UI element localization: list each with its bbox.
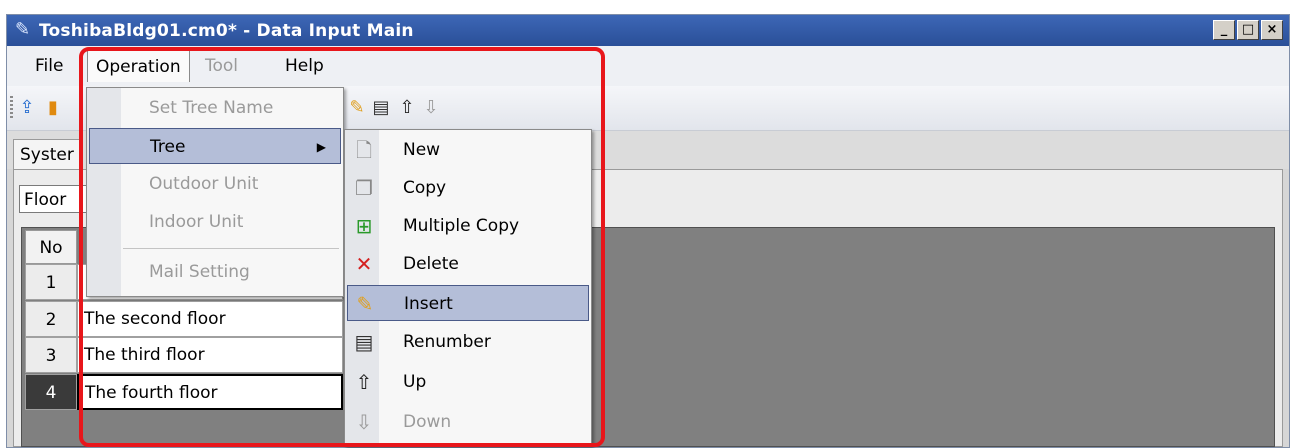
renumber-icon[interactable]: ▤	[371, 98, 391, 118]
row-number[interactable]: 1	[25, 264, 77, 300]
submenu-item-renumber[interactable]: ▤ Renumber	[347, 324, 589, 360]
menu-item-tree[interactable]: Tree ▶	[89, 128, 341, 164]
table-row-name[interactable]: The third floor	[77, 337, 343, 373]
submenu-item-insert[interactable]: ✎ Insert	[347, 285, 589, 321]
menu-operation[interactable]: Operation	[87, 50, 190, 82]
arrow-down-icon: ⇩	[355, 410, 373, 434]
multiple-copy-icon: ⊞	[355, 214, 373, 238]
delete-x-icon: ✕	[355, 252, 373, 276]
submenu-item-up[interactable]: ⇧ Up	[347, 364, 589, 400]
menu-item-outdoor-unit[interactable]: Outdoor Unit	[89, 166, 341, 202]
row-number[interactable]: 2	[25, 301, 77, 337]
menu-bar: File Operation Tool Help	[7, 46, 1289, 86]
row-number-selected[interactable]: 4	[25, 374, 77, 410]
title-bar[interactable]: ✎ ToshibaBldg01.cm0* - Data Input Main _…	[7, 15, 1289, 46]
menu-separator	[123, 248, 339, 249]
row-number[interactable]: 3	[25, 337, 77, 373]
arrow-up-icon: ⇧	[355, 370, 373, 394]
close-button[interactable]: ×	[1261, 20, 1283, 40]
operation-menu: Set Tree Name Tree ▶ Outdoor Unit Indoor…	[86, 87, 344, 297]
menu-item-set-tree-name[interactable]: Set Tree Name	[89, 90, 341, 126]
new-page-icon: 🗋	[355, 138, 373, 162]
tree-submenu: 🗋 New ❐ Copy ⊞ Multiple Copy ✕ Delete ✎ …	[344, 129, 592, 447]
up-arrow-icon[interactable]: ⇧	[397, 98, 417, 118]
folder-icon[interactable]: ▮	[43, 98, 63, 118]
submenu-item-copy[interactable]: ❐ Copy	[347, 170, 589, 206]
grid-header-no: No	[25, 230, 77, 264]
table-row-name[interactable]: The second floor	[77, 301, 343, 337]
window-title: ToshibaBldg01.cm0* - Data Input Main	[39, 21, 414, 41]
submenu-item-down[interactable]: ⇩ Down	[347, 404, 589, 440]
submenu-item-multiple-copy[interactable]: ⊞ Multiple Copy	[347, 208, 589, 244]
window-controls: _ □ ×	[1213, 20, 1283, 40]
menu-item-mail-setting[interactable]: Mail Setting	[89, 254, 341, 290]
renumber-icon: ▤	[354, 330, 374, 354]
menu-help[interactable]: Help	[285, 56, 324, 76]
down-arrow-icon[interactable]: ⇩	[421, 98, 441, 118]
export-icon[interactable]: ⇪	[17, 98, 37, 118]
table-row-name-current[interactable]: The fourth floor	[77, 374, 343, 410]
menu-tool[interactable]: Tool	[205, 56, 238, 76]
submenu-item-new[interactable]: 🗋 New	[347, 132, 589, 168]
minimize-button[interactable]: _	[1213, 20, 1235, 40]
submenu-arrow-icon: ▶	[316, 140, 326, 154]
maximize-button[interactable]: □	[1237, 20, 1259, 40]
menu-item-indoor-unit[interactable]: Indoor Unit	[89, 204, 341, 240]
insert-pencil-icon[interactable]: ✎	[347, 98, 367, 118]
pencil-icon: ✎	[356, 292, 374, 316]
submenu-item-delete[interactable]: ✕ Delete	[347, 246, 589, 282]
tab-system[interactable]: Syster	[13, 139, 81, 170]
menu-file[interactable]: File	[35, 56, 63, 76]
app-icon: ✎	[15, 19, 31, 40]
toolbar-grip[interactable]	[10, 96, 13, 118]
copy-icon: ❐	[355, 176, 373, 200]
